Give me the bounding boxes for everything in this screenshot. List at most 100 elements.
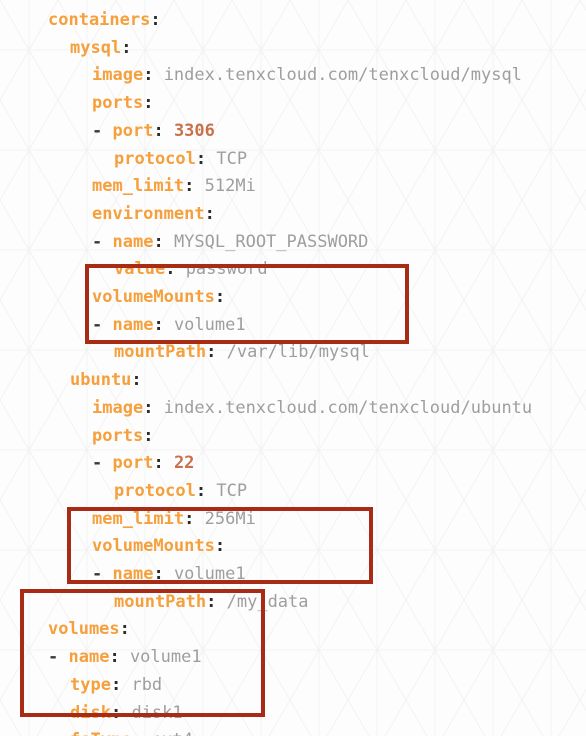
yaml-value: volume1 [129, 647, 202, 668]
list-dash-marker: - [92, 314, 113, 335]
yaml-colon: : [143, 93, 154, 114]
yaml-value: disk1 [131, 702, 183, 723]
yaml-value: TCP [216, 148, 248, 169]
yaml-space [194, 176, 204, 196]
code-line: - name: volume1 [92, 560, 246, 588]
yaml-space [206, 481, 216, 501]
yaml-space [194, 509, 204, 529]
code-line: ports: [92, 422, 153, 450]
yaml-colon: : [119, 619, 130, 640]
code-line: ports: [92, 89, 153, 117]
yaml-space [153, 65, 163, 85]
yaml-colon: : [143, 65, 154, 86]
yaml-space [164, 453, 174, 473]
yaml-key: volumeMounts [92, 287, 215, 307]
yaml-colon: : [153, 120, 164, 141]
yaml-space [164, 564, 174, 584]
yaml-value: 512Mi [204, 176, 256, 197]
yaml-key: fsType [70, 730, 131, 736]
list-dash-marker: - [92, 453, 113, 474]
code-line: ubuntu: [70, 366, 142, 394]
yaml-colon: : [143, 397, 154, 418]
yaml-value: /var/lib/mysql [226, 342, 370, 363]
yaml-key: mountPath [114, 591, 207, 612]
yaml-colon: : [184, 508, 195, 529]
yaml-value: index.tenxcloud.com/tenxcloud/ubuntu [163, 397, 533, 418]
yaml-key: image [92, 65, 144, 86]
code-line: protocol: TCP [114, 477, 247, 505]
yaml-colon: : [214, 536, 226, 557]
yaml-value: password [185, 259, 268, 280]
yaml-space [121, 675, 131, 695]
list-dash-marker: - [92, 564, 113, 584]
list-dash-marker: - [92, 231, 113, 252]
yaml-key: volumes [48, 619, 120, 640]
yaml-key: mysql [70, 37, 122, 58]
yaml-colon: : [165, 259, 176, 280]
yaml-key: ports [92, 93, 144, 114]
code-line: mysql: [70, 34, 131, 62]
yaml-colon: : [153, 314, 164, 335]
yaml-colon: : [153, 564, 164, 584]
yaml-key: protocol [114, 480, 196, 501]
yaml-space [153, 398, 163, 418]
yaml-colon: : [206, 342, 217, 363]
yaml-key: port [112, 453, 154, 474]
yaml-colon: : [195, 148, 207, 169]
yaml-value: ext4 [152, 730, 193, 736]
yaml-value: index.tenxcloud.com/tenxcloud/mysql [163, 65, 522, 86]
code-line: environment: [92, 200, 215, 228]
yaml-colon: : [150, 10, 161, 30]
yaml-space [121, 703, 131, 723]
yaml-space [206, 149, 216, 169]
yaml-colon: : [153, 231, 164, 252]
yaml-colon: : [153, 453, 164, 474]
yaml-key: protocol [114, 148, 196, 169]
yaml-colon: : [195, 480, 207, 501]
yaml-code-block: containers: mysql: image: index.tenxcloud.… [0, 0, 586, 736]
yaml-key: name [112, 564, 154, 584]
code-line: volumeMounts: [92, 532, 225, 560]
yaml-key: containers [48, 10, 151, 30]
code-line: disk: disk1 [70, 699, 183, 727]
yaml-colon: : [206, 591, 217, 612]
code-line: type: rbd [70, 671, 162, 699]
code-line: volumes: [48, 615, 130, 643]
yaml-key: name [112, 231, 154, 252]
yaml-value: TCP [216, 480, 248, 501]
yaml-key: image [92, 397, 144, 418]
yaml-colon: : [204, 203, 215, 224]
yaml-key: port [112, 120, 154, 141]
yaml-key: environment [92, 203, 205, 224]
yaml-colon: : [214, 287, 226, 307]
yaml-key: volumeMounts [92, 536, 215, 557]
yaml-key: name [112, 314, 154, 335]
yaml-value: 22 [173, 453, 195, 474]
yaml-value: rbd [131, 674, 163, 695]
yaml-key: disk [70, 702, 111, 723]
code-line: value: password [114, 255, 268, 283]
code-line: mem_limit: 512Mi [92, 172, 256, 200]
yaml-value: 256Mi [204, 508, 256, 529]
yaml-key: mem_limit [92, 176, 185, 197]
yaml-colon: : [121, 37, 132, 58]
yaml-key: mountPath [114, 342, 207, 363]
yaml-colon: : [131, 730, 141, 736]
yaml-value: volume1 [173, 564, 246, 584]
list-dash-marker: - [92, 120, 113, 141]
code-line: - name: volume1 [92, 311, 246, 339]
yaml-key: name [68, 647, 110, 668]
yaml-colon: : [143, 425, 154, 446]
yaml-colon: : [110, 674, 122, 695]
yaml-key: ubuntu [70, 370, 132, 391]
yaml-space [142, 730, 152, 736]
code-line: mountPath: /var/lib/mysql [114, 338, 370, 366]
yaml-colon: : [184, 176, 195, 197]
code-snippet-canvas: containers: mysql: image: index.tenxcloud.… [0, 0, 586, 736]
yaml-colon: : [110, 702, 122, 723]
yaml-space [216, 342, 226, 362]
yaml-value: 3306 [173, 120, 215, 141]
yaml-value: volume1 [173, 314, 246, 335]
code-line: containers: [48, 6, 161, 34]
code-line: volumeMounts: [92, 283, 225, 311]
